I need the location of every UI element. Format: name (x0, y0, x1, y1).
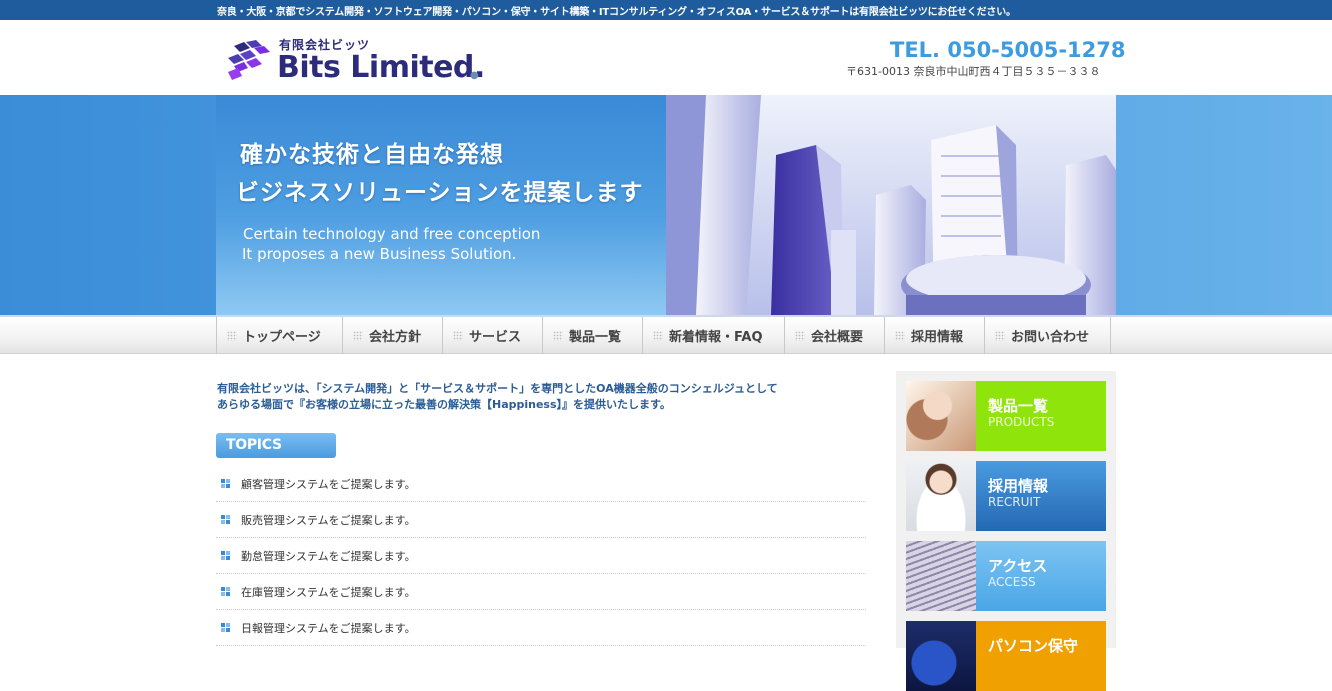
bits-logo-icon[interactable] (226, 40, 272, 82)
nav-item-label: 会社概要 (811, 330, 864, 345)
nav-item-news-faq[interactable]: 新着情報・FAQ (642, 317, 784, 354)
nav-item-label: サービス (469, 330, 522, 345)
intro-line-1: 有限会社ビッツは、「システム開発」と「サービス＆サポート」を専門としたOA機器全… (217, 382, 778, 395)
sidebar-banner-pc-maintenance[interactable]: パソコン保守 (906, 621, 1106, 691)
nav-grip-icon (653, 330, 663, 341)
logo-wordmark[interactable]: Bits Limited. (277, 50, 485, 85)
sidebar-banner-title: 採用情報 (988, 477, 1049, 495)
topic-item[interactable]: 日報管理システムをご提案します。 (216, 610, 866, 646)
hero-banner: 確かな技術と自由な発想 ビジネスソリューションを提案します Certain te… (0, 95, 1332, 315)
topic-text: 勤怠管理システムをご提案します。 (241, 549, 416, 563)
grid-bullet-icon (221, 551, 230, 560)
sidebar-banner-subtitle: PRODUCTS (988, 415, 1055, 429)
sidebar-banner-title: アクセス (988, 557, 1048, 575)
topic-text: 顧客管理システムをご提案します。 (241, 477, 416, 491)
nav-grip-icon (227, 330, 237, 341)
main-navigation: トップページ 会社方針 サービス 製品一覧 新着情報・FAQ 会社概要 採用情報… (0, 315, 1332, 354)
phone-number: TEL. 050-5005-1278 (890, 38, 1126, 62)
topic-text: 販売管理システムをご提案します。 (241, 513, 416, 527)
nav-item-products[interactable]: 製品一覧 (542, 317, 642, 354)
sidebar-banner-label: パソコン保守 (976, 621, 1106, 691)
nav-grip-icon (453, 330, 463, 341)
sidebar-banner-title: パソコン保守 (988, 637, 1079, 655)
sidebar-banner-subtitle: ACCESS (988, 575, 1036, 589)
hero-headline-jp-1: 確かな技術と自由な発想 (240, 142, 504, 168)
sidebar-banner-label: 製品一覧 PRODUCTS (976, 381, 1106, 451)
nav-item-label: 会社方針 (369, 330, 422, 345)
site-header: 有限会社ビッツ Bits Limited. ● TEL. 050-5005-12… (0, 20, 1332, 95)
sidebar-banner-label: アクセス ACCESS (976, 541, 1106, 611)
grid-bullet-icon (221, 587, 230, 596)
grid-bullet-icon (221, 515, 230, 524)
top-announcement-bar: 奈良・大阪・京都でシステム開発・ソフトウェア開発・パソコン・保守・サイト構築・I… (0, 0, 1332, 20)
nav-item-label: 採用情報 (911, 330, 964, 345)
topic-item[interactable]: 在庫管理システムをご提案します。 (216, 574, 866, 610)
sidebar-banner-access[interactable]: アクセス ACCESS (906, 541, 1106, 611)
company-intro: 有限会社ビッツは、「システム開発」と「サービス＆サポート」を専門としたOA機器全… (217, 381, 778, 413)
hero-headline-en-2: It proposes a new Business Solution. (242, 245, 517, 263)
nav-item-label: お問い合わせ (1011, 330, 1090, 345)
grid-bullet-icon (221, 623, 230, 632)
sidebar-banners: 製品一覧 PRODUCTS 採用情報 RECRUIT アクセス ACCESS パ… (896, 371, 1116, 691)
sidebar-banner-products[interactable]: 製品一覧 PRODUCTS (906, 381, 1106, 451)
topic-item[interactable]: 勤怠管理システムをご提案します。 (216, 538, 866, 574)
company-address: 〒631-0013 奈良市中山町西４丁目５３５－３３８ (846, 65, 1101, 78)
intro-line-2: あらゆる場面で『お客様の立場に立った最善の解決策【Happiness】』を提供い… (217, 398, 671, 411)
computer-mouse-photo-icon (906, 621, 976, 691)
topic-text: 在庫管理システムをご提案します。 (241, 585, 416, 599)
nav-item-recruit[interactable]: 採用情報 (884, 317, 984, 354)
nav-grip-icon (895, 330, 905, 341)
sidebar-banner-recruit[interactable]: 採用情報 RECRUIT (906, 461, 1106, 531)
sidebar-banner-subtitle: RECRUIT (988, 495, 1041, 509)
grid-bullet-icon (221, 479, 230, 488)
nav-item-contact[interactable]: お問い合わせ (984, 317, 1111, 354)
hero-headline-en-1: Certain technology and free conception (243, 225, 541, 243)
top-announcement-text: 奈良・大阪・京都でシステム開発・ソフトウェア開発・パソコン・保守・サイト構築・I… (217, 7, 1016, 18)
nav-item-company-profile[interactable]: 会社概要 (784, 317, 884, 354)
logo-dot-decoration: ● (470, 70, 479, 81)
nav-item-top-page[interactable]: トップページ (216, 317, 342, 354)
topic-text: 日報管理システムをご提案します。 (241, 621, 416, 635)
hero-headline-jp-2: ビジネスソリューションを提案します (236, 180, 644, 206)
businesswoman-photo-icon (906, 461, 976, 531)
topics-heading: TOPICS (216, 433, 336, 458)
nav-item-label: 新着情報・FAQ (669, 330, 763, 345)
topic-item[interactable]: 販売管理システムをご提案します。 (216, 502, 866, 538)
nav-grip-icon (553, 330, 563, 341)
nav-item-label: トップページ (243, 330, 321, 345)
hero-skyscrapers-image (666, 95, 1116, 315)
nav-item-services[interactable]: サービス (442, 317, 542, 354)
nav-item-company-policy[interactable]: 会社方針 (342, 317, 442, 354)
topic-item[interactable]: 顧客管理システムをご提案します。 (216, 466, 866, 502)
operator-photo-icon (906, 381, 976, 451)
sidebar-banner-title: 製品一覧 (988, 397, 1049, 415)
sidebar-banner-label: 採用情報 RECRUIT (976, 461, 1106, 531)
topics-list: 顧客管理システムをご提案します。 販売管理システムをご提案します。 勤怠管理シス… (216, 466, 866, 646)
nav-item-label: 製品一覧 (569, 330, 622, 345)
staircase-photo-icon (906, 541, 976, 611)
nav-grip-icon (353, 330, 363, 341)
nav-grip-icon (995, 330, 1005, 341)
nav-grip-icon (795, 330, 805, 341)
